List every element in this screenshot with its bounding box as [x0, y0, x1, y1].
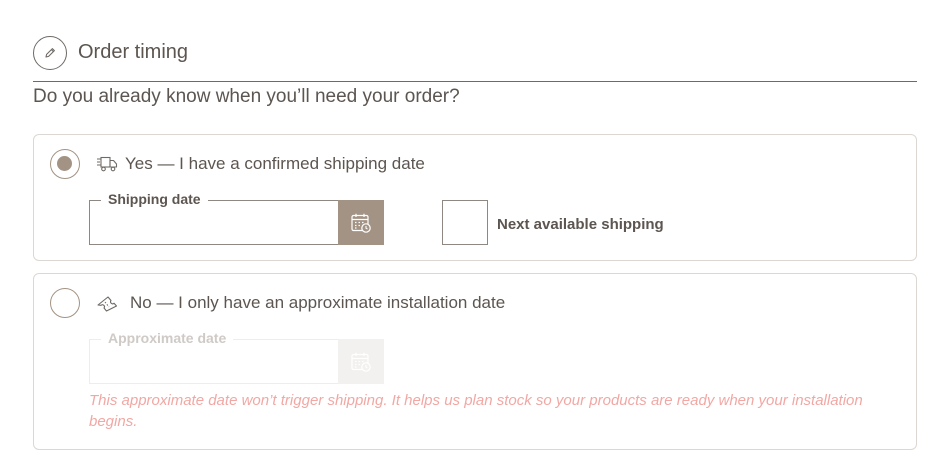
approximate-date-hint: This approximate date won’t trigger ship… [89, 392, 863, 430]
calendar-icon [351, 213, 371, 233]
pencil-icon [33, 36, 67, 70]
section-header: Order timing [33, 34, 917, 82]
option-card-yes[interactable]: Yes — I have a confirmed shipping date S… [33, 134, 917, 261]
shipping-date-field: Shipping date [89, 191, 384, 245]
option-label-no: No — I only have an approximate installa… [130, 293, 506, 312]
approximate-date-label: Approximate date [101, 330, 234, 346]
calendar-button[interactable] [338, 200, 384, 245]
shipping-date-label: Shipping date [101, 191, 208, 207]
next-available-label: Next available shipping [497, 216, 664, 233]
section-title: Order timing [78, 41, 189, 63]
next-available-checkbox[interactable] [442, 200, 488, 245]
calendar-button-disabled[interactable] [338, 339, 384, 384]
question-text: Do you already know when you’ll need you… [33, 86, 460, 107]
delivery-truck-icon [96, 155, 118, 173]
calendar-icon [351, 352, 371, 372]
option-label-yes: Yes — I have a confirmed shipping date [125, 154, 425, 173]
radio-no[interactable] [50, 288, 80, 318]
option-card-no[interactable]: No — I only have an approximate installa… [33, 273, 917, 450]
approximate-date-field: Approximate date [89, 330, 384, 384]
radio-yes[interactable] [50, 149, 80, 179]
ticket-icon [96, 294, 118, 312]
